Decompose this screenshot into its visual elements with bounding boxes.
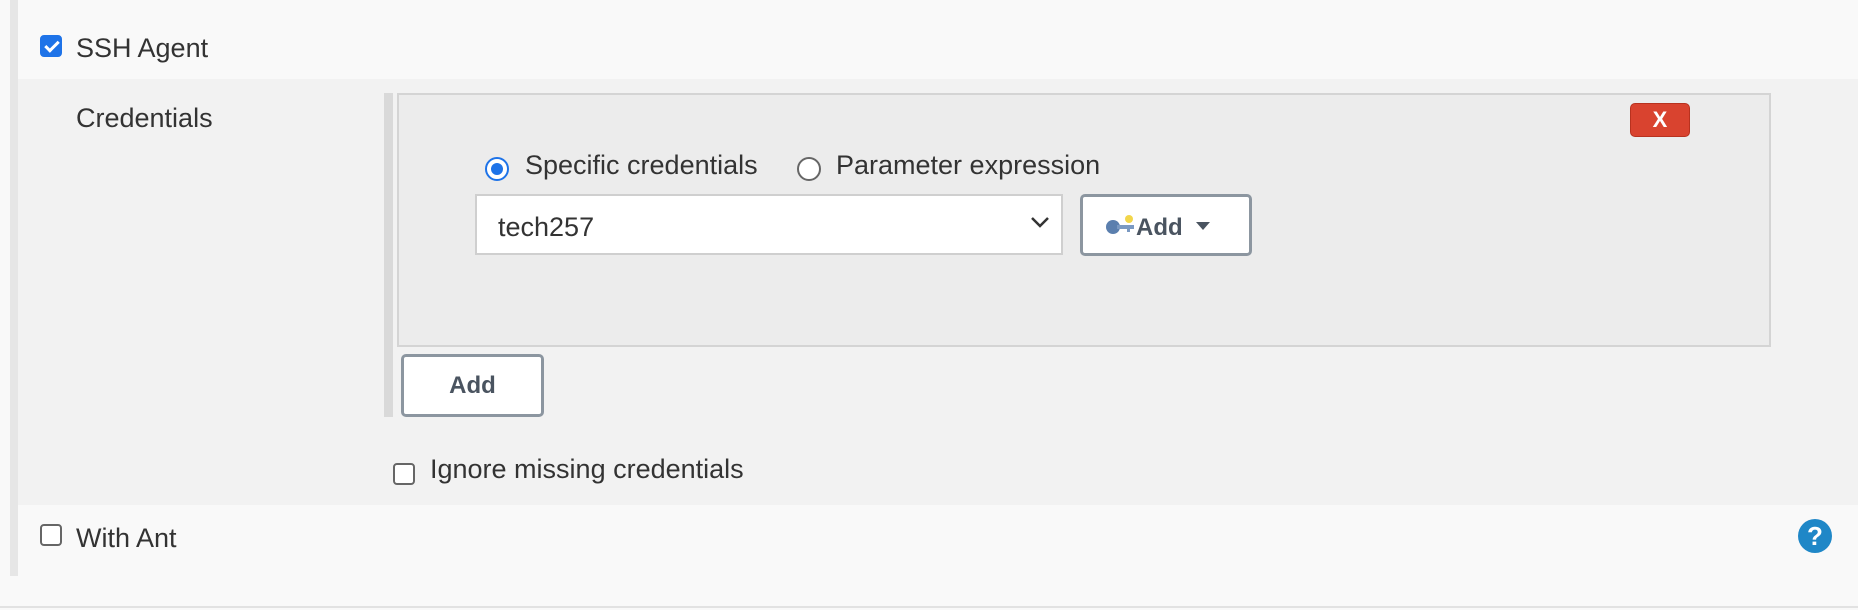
ssh-agent-checkbox[interactable]	[40, 35, 62, 57]
credentials-select[interactable]: tech257	[475, 194, 1063, 255]
add-credentials-button[interactable]: Add	[401, 354, 544, 417]
ignore-missing-credentials-checkbox[interactable]	[393, 463, 415, 485]
bottom-divider	[0, 606, 1858, 608]
specific-credentials-radio[interactable]	[485, 157, 509, 181]
with-ant-row	[18, 505, 1858, 576]
specific-credentials-label[interactable]: Specific credentials	[525, 152, 758, 179]
help-icon[interactable]: ?	[1798, 519, 1832, 553]
with-ant-checkbox[interactable]	[40, 524, 62, 546]
add-credential-menu-button[interactable]: Add	[1080, 194, 1252, 256]
ssh-agent-label[interactable]: SSH Agent	[76, 35, 208, 62]
ssh-agent-row	[18, 0, 1858, 79]
credentials-label: Credentials	[76, 103, 213, 133]
caret-down-icon	[1196, 222, 1210, 230]
ignore-missing-credentials-label[interactable]: Ignore missing credentials	[430, 456, 744, 483]
parameter-expression-radio[interactable]	[797, 157, 821, 181]
remove-credential-button[interactable]: X	[1630, 103, 1690, 137]
key-icon	[1106, 215, 1134, 234]
with-ant-label[interactable]: With Ant	[76, 525, 177, 552]
left-indent-bar	[10, 0, 18, 576]
chevron-down-icon	[1031, 217, 1049, 228]
credentials-select-value: tech257	[498, 212, 595, 242]
add-credential-menu-label: Add	[1136, 214, 1183, 241]
credentials-repeat-bar	[384, 93, 393, 417]
parameter-expression-label[interactable]: Parameter expression	[836, 152, 1100, 179]
